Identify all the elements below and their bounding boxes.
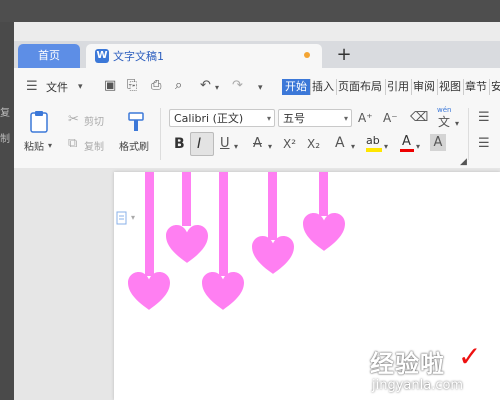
menu-tab-insert[interactable]: 插入: [310, 79, 335, 95]
tab-document-label: 文字文稿1: [113, 50, 164, 63]
writer-doc-icon: W: [95, 49, 109, 63]
print-preview-icon[interactable]: ⌕: [175, 78, 182, 94]
undo-icon[interactable]: ↶: [200, 78, 211, 94]
cut-label[interactable]: 剪切: [84, 113, 104, 128]
heart-string-4: [268, 172, 277, 240]
menu-tab-view[interactable]: 视图: [437, 79, 462, 95]
phonetic-dropdown-icon[interactable]: ▾: [455, 116, 459, 132]
format-painter-label: 格式刷: [119, 142, 149, 153]
superscript-button[interactable]: X²: [283, 136, 296, 152]
heart-string-5: [319, 172, 328, 216]
heart-string-1: [145, 172, 154, 276]
heart-shape-4[interactable]: [252, 236, 294, 276]
phonetic-guide-button[interactable]: 文: [438, 114, 450, 130]
heart-shape-5[interactable]: [303, 213, 345, 253]
export-icon[interactable]: ⎘: [127, 78, 137, 94]
ribbon-divider-2: [468, 108, 469, 160]
chevron-down-icon[interactable]: ▾: [78, 79, 83, 95]
shrink-font-button[interactable]: A⁻: [383, 110, 398, 126]
save-icon[interactable]: ▣: [104, 78, 116, 94]
menu-tab-security[interactable]: 安: [489, 79, 500, 95]
hamburger-icon[interactable]: ☰: [26, 79, 38, 95]
eraser-icon[interactable]: ⌫: [410, 110, 428, 126]
unsaved-dot-icon: [304, 52, 310, 58]
customize-toolbar-icon[interactable]: ▾: [258, 80, 263, 96]
watermark-text: 经验啦: [370, 350, 445, 378]
file-menu-button[interactable]: 文件: [46, 79, 68, 95]
font-name-select[interactable]: Calibri (正文) ▾: [169, 109, 275, 127]
left-gutter: [0, 22, 14, 400]
undo-dropdown-icon[interactable]: ▾: [215, 80, 219, 96]
ribbon-divider: [160, 108, 161, 160]
menu-tab-page-layout[interactable]: 页面布局: [336, 79, 383, 95]
highlight-dropdown-icon[interactable]: ▾: [384, 139, 388, 155]
heart-shape-2[interactable]: [166, 225, 208, 265]
print-icon[interactable]: ⎙: [151, 78, 161, 94]
heart-string-2: [182, 172, 191, 226]
text-effect-dropdown-icon[interactable]: ▾: [351, 139, 355, 155]
font-color-dropdown-icon[interactable]: ▾: [416, 139, 420, 155]
bold-button[interactable]: B: [174, 136, 185, 152]
font-name-value: Calibri (正文): [174, 112, 244, 125]
subscript-button[interactable]: X₂: [307, 136, 320, 152]
phonetic-guide-top: wén: [437, 106, 452, 114]
paragraph-dropdown-icon[interactable]: ▾: [131, 213, 135, 222]
align-left-icon[interactable]: ☰: [478, 136, 490, 152]
menu-tab-references[interactable]: 引用: [385, 79, 410, 95]
format-painter-icon: [128, 112, 144, 131]
italic-button[interactable]: I: [197, 136, 201, 152]
paste-dropdown-icon[interactable]: ▾: [48, 138, 52, 154]
new-tab-button[interactable]: +: [336, 43, 352, 67]
font-color-label: A: [402, 134, 411, 149]
bullet-list-icon[interactable]: ☰: [478, 110, 490, 126]
menu-tab-home[interactable]: 开始: [282, 79, 310, 95]
underline-button[interactable]: U: [220, 136, 230, 152]
italic-button-bg: [190, 132, 214, 156]
paste-label: 粘贴: [24, 142, 44, 153]
redo-icon[interactable]: ↷: [232, 78, 243, 94]
chevron-down-icon: ▾: [266, 114, 271, 123]
tab-home[interactable]: 首页: [18, 44, 80, 68]
scissors-icon[interactable]: ✂: [68, 112, 79, 128]
font-color-button[interactable]: A: [400, 134, 414, 152]
text-effect-button[interactable]: A: [335, 135, 345, 151]
highlight-swatch: [366, 148, 382, 152]
heart-string-3: [219, 172, 228, 276]
watermark-check-icon: ✓: [458, 340, 482, 373]
font-size-select[interactable]: 五号 ▾: [278, 109, 352, 127]
underline-dropdown-icon[interactable]: ▾: [234, 139, 238, 155]
font-size-value: 五号: [283, 112, 305, 125]
copy-label[interactable]: 复制: [84, 138, 104, 153]
watermark-url: jingyanla.com: [372, 378, 464, 393]
char-shading-button[interactable]: A: [430, 134, 446, 151]
strikethrough-button[interactable]: A: [253, 136, 262, 152]
chevron-down-icon: ▾: [343, 114, 348, 123]
format-painter-button[interactable]: [126, 111, 146, 133]
left-fragment-1: 复: [0, 108, 10, 119]
paste-button[interactable]: [29, 110, 49, 134]
menu-tab-chapter[interactable]: 章节: [463, 79, 488, 95]
menu-tab-review[interactable]: 审阅: [411, 79, 436, 95]
title-strip: [0, 0, 500, 22]
highlight-label: ab: [366, 134, 380, 147]
clipboard-icon: [30, 111, 48, 133]
paragraph-marker-icon[interactable]: [116, 211, 128, 225]
grow-font-button[interactable]: A⁺: [358, 110, 373, 126]
strikethrough-dropdown-icon[interactable]: ▾: [268, 139, 272, 155]
left-fragment-2: 制: [0, 134, 10, 145]
highlight-button[interactable]: ab: [366, 134, 384, 152]
heart-shape-1[interactable]: [128, 272, 170, 312]
heart-shape-3[interactable]: [202, 272, 244, 312]
copy-icon[interactable]: ⧉: [68, 136, 77, 152]
font-color-swatch: [400, 149, 414, 152]
